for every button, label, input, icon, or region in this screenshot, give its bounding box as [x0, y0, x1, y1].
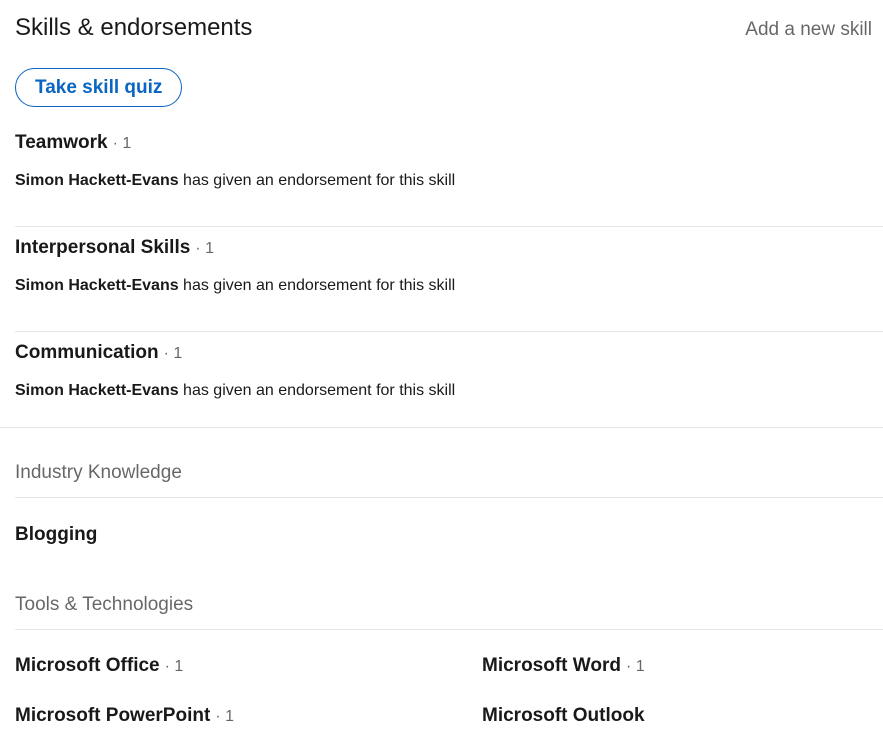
skill-item: Microsoft Office · 1 — [15, 655, 183, 677]
category-industry-knowledge: Industry Knowledge — [15, 462, 883, 498]
category-title: Industry Knowledge — [15, 462, 182, 483]
category-divider — [15, 497, 883, 498]
category-title: Tools & Technologies — [15, 594, 194, 615]
skill-item: Blogging — [15, 524, 97, 546]
skill-item: Microsoft PowerPoint · 1 — [15, 705, 234, 727]
section-divider — [0, 427, 883, 428]
skill-name[interactable]: Microsoft PowerPoint — [15, 705, 210, 727]
endorser-name[interactable]: Simon Hackett-Evans — [15, 277, 179, 294]
endorsement-count[interactable]: · 1 — [165, 658, 184, 676]
endorsement-count[interactable]: · 1 — [215, 708, 234, 726]
skill-name[interactable]: Microsoft Word — [482, 655, 621, 677]
add-new-skill-link[interactable]: Add a new skill — [745, 19, 872, 41]
skill-name[interactable]: Communication — [15, 342, 159, 364]
skill-item: Microsoft Word · 1 — [482, 655, 645, 677]
endorsement-count[interactable]: · 1 — [164, 345, 183, 363]
category-divider — [15, 629, 883, 630]
section-title: Skills & endorsements — [15, 14, 253, 41]
section-header: Skills & endorsements Add a new skill — [15, 14, 872, 42]
endorser-name[interactable]: Simon Hackett-Evans — [15, 382, 179, 399]
skill-item: Interpersonal Skills · 1 Simon Hackett-E… — [15, 227, 883, 332]
skill-name[interactable]: Microsoft Office — [15, 655, 160, 677]
endorsement-note: Simon Hackett-Evans has given an endorse… — [15, 172, 455, 190]
endorsement-count[interactable]: · 1 — [626, 658, 645, 676]
endorsement-text: has given an endorsement for this skill — [178, 382, 456, 399]
category-tools-technologies: Tools & Technologies — [15, 594, 883, 630]
skill-name[interactable]: Teamwork — [15, 132, 108, 154]
endorsement-text: has given an endorsement for this skill — [178, 172, 456, 189]
skill-item: Teamwork · 1 Simon Hackett-Evans has giv… — [15, 122, 883, 227]
take-skill-quiz-button[interactable]: Take skill quiz — [15, 68, 183, 107]
skill-item: Microsoft Outlook — [482, 705, 645, 727]
endorsement-count[interactable]: · 1 — [113, 135, 132, 153]
skill-name[interactable]: Interpersonal Skills — [15, 237, 190, 259]
skill-name[interactable]: Microsoft Outlook — [482, 705, 645, 727]
skill-item: Communication · 1 Simon Hackett-Evans ha… — [15, 332, 883, 437]
endorser-name[interactable]: Simon Hackett-Evans — [15, 172, 179, 189]
endorsement-count[interactable]: · 1 — [195, 240, 214, 258]
skill-name[interactable]: Blogging — [15, 524, 97, 546]
endorsement-text: has given an endorsement for this skill — [178, 277, 456, 294]
endorsement-note: Simon Hackett-Evans has given an endorse… — [15, 277, 455, 295]
top-skills-list: Teamwork · 1 Simon Hackett-Evans has giv… — [15, 122, 883, 437]
endorsement-note: Simon Hackett-Evans has given an endorse… — [15, 382, 455, 400]
